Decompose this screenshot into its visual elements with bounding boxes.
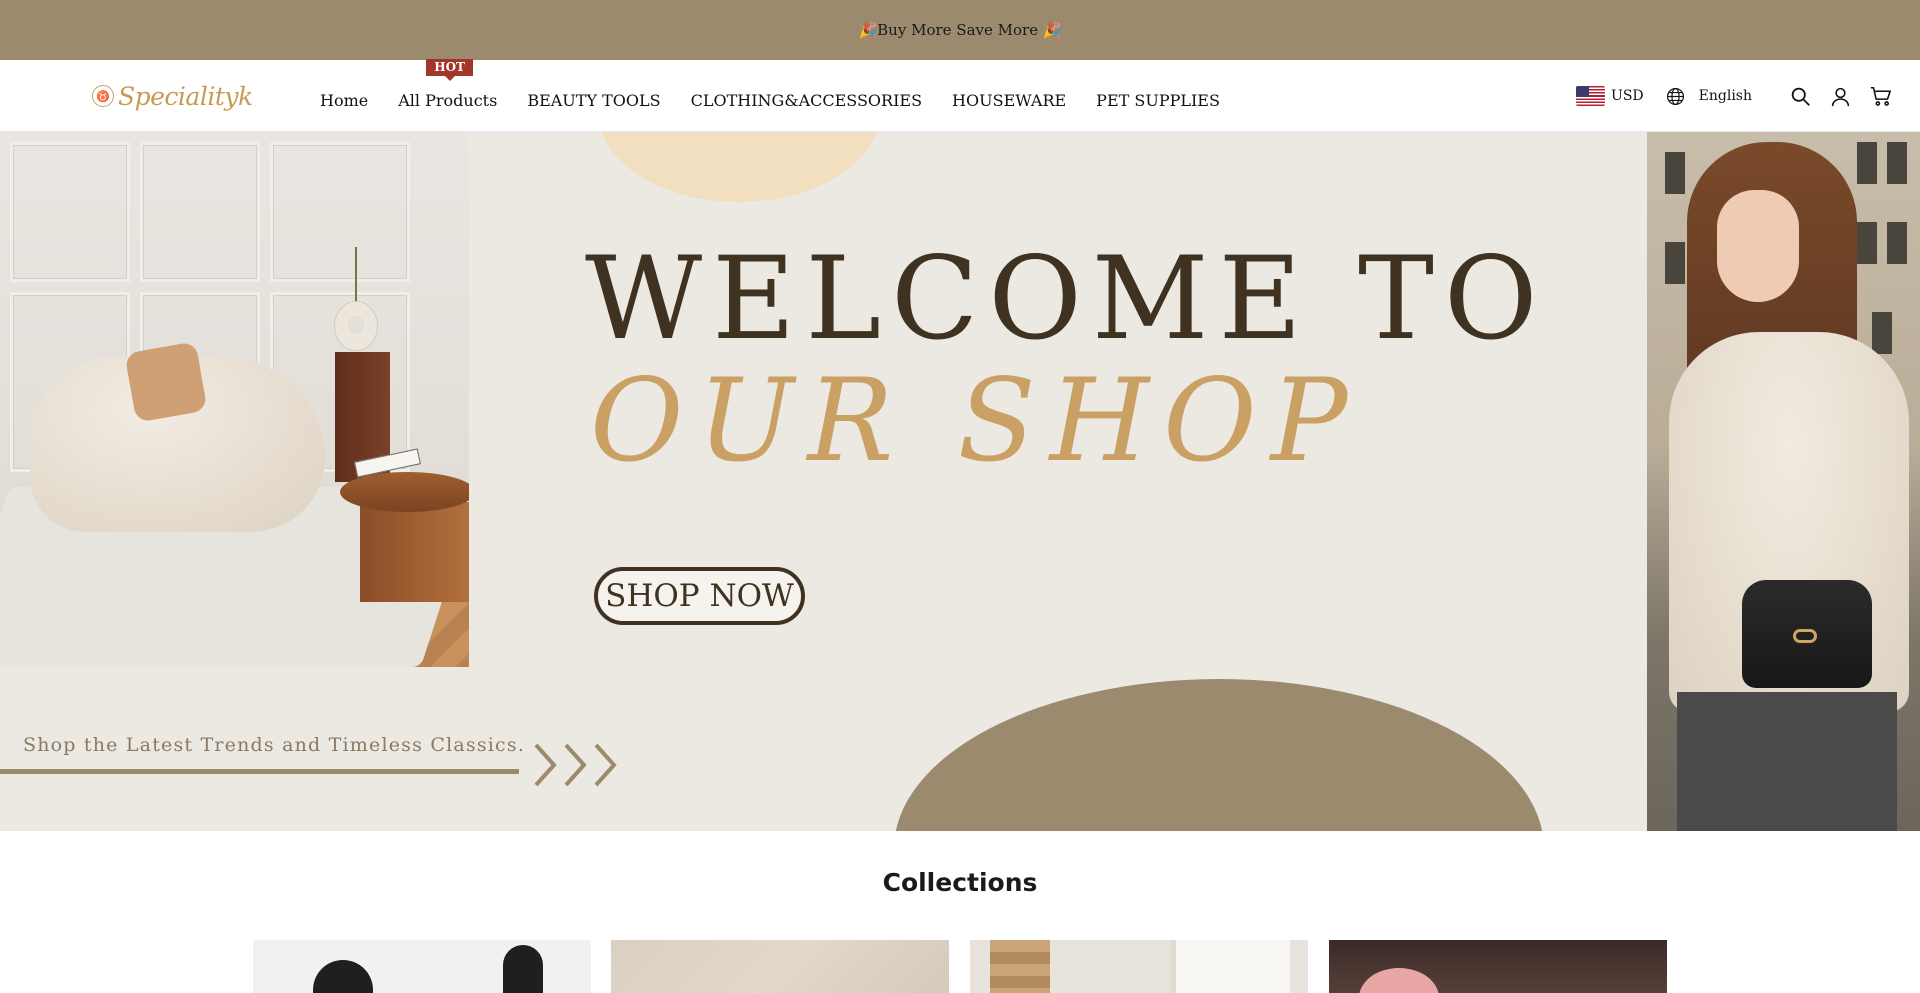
- tagline-underline: [0, 769, 519, 774]
- nav-houseware[interactable]: HOUSEWARE: [952, 91, 1066, 110]
- language-selector[interactable]: English: [1666, 87, 1752, 106]
- shop-now-button[interactable]: SHOP NOW: [594, 567, 805, 625]
- search-icon: [1791, 87, 1810, 106]
- model-with-bag-image: [1647, 132, 1920, 831]
- decor-circle-bottom: [894, 679, 1544, 831]
- cart-button[interactable]: [1868, 84, 1892, 108]
- nav-beauty-tools[interactable]: BEAUTY TOOLS: [527, 91, 660, 110]
- language-label: English: [1698, 88, 1752, 104]
- living-room-image: [0, 132, 469, 667]
- nav-pet-supplies[interactable]: PET SUPPLIES: [1096, 91, 1220, 110]
- decor-circle-top: [598, 132, 880, 202]
- nav-home[interactable]: Home: [320, 91, 368, 110]
- hero-tagline: Shop the Latest Trends and Timeless Clas…: [23, 734, 526, 756]
- nav-clothing-accessories[interactable]: CLOTHING&ACCESSORIES: [691, 91, 922, 110]
- flag-us-icon: [1576, 86, 1606, 106]
- collections-heading: Collections: [882, 868, 1038, 897]
- currency-label: USD: [1611, 88, 1644, 104]
- cart-icon: [1870, 86, 1891, 106]
- hero-heading-line2: OUR SHOP: [590, 354, 1362, 487]
- collection-card-fabric[interactable]: [611, 940, 949, 993]
- hot-badge: HOT: [426, 58, 473, 81]
- nav-all-products-label: All Products: [398, 90, 498, 110]
- main-nav: Home HOT All Products BEAUTY TOOLS CLOTH…: [320, 58, 1250, 132]
- hero-banner[interactable]: WELCOME TO OUR SHOP SHOP NOW Shop the La…: [0, 132, 1920, 831]
- collection-card-houseware[interactable]: [970, 940, 1308, 993]
- currency-selector[interactable]: USD: [1576, 86, 1644, 106]
- chevron-right-icons: [532, 741, 622, 789]
- logo-mark-icon: ♉: [92, 85, 114, 107]
- announcement-bar: 🎉Buy More Save More 🎉: [0, 0, 1920, 60]
- logo-text: Specialityk: [118, 81, 253, 111]
- collection-card-clothing[interactable]: [253, 940, 591, 993]
- header-utilities: USD English: [1576, 60, 1892, 132]
- search-button[interactable]: [1788, 84, 1812, 108]
- collection-card-beauty[interactable]: [1329, 940, 1667, 993]
- brand-logo[interactable]: ♉ Specialityk: [92, 78, 253, 114]
- hero-heading-line1: WELCOME TO: [585, 232, 1548, 365]
- account-icon: [1831, 87, 1849, 106]
- site-header: ♉ Specialityk Home HOT All Products BEAU…: [0, 58, 1920, 132]
- globe-icon: [1666, 87, 1684, 105]
- announcement-text: 🎉Buy More Save More 🎉: [858, 21, 1062, 39]
- nav-all-products[interactable]: HOT All Products: [398, 58, 498, 110]
- account-button[interactable]: [1828, 84, 1852, 108]
